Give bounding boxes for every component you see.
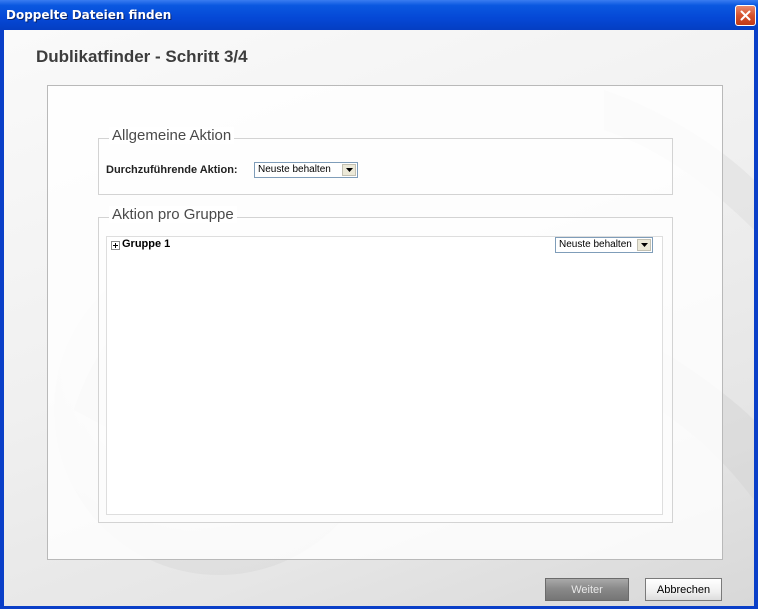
general-action-legend: Allgemeine Aktion bbox=[109, 127, 235, 144]
group-list: Gruppe 1 Neuste behalten bbox=[106, 236, 663, 515]
expand-plus-icon[interactable] bbox=[111, 241, 120, 250]
list-item[interactable]: Gruppe 1 Neuste behalten bbox=[107, 237, 662, 255]
group-action-selected: Neuste behalten bbox=[559, 239, 632, 250]
group-action-legend: Aktion pro Gruppe bbox=[109, 206, 237, 223]
cancel-button[interactable]: Abbrechen bbox=[645, 578, 722, 601]
general-action-dropdown[interactable]: Neuste behalten bbox=[254, 162, 358, 178]
dialog-window: Doppelte Dateien finden Dublikatfinder -… bbox=[0, 0, 758, 609]
dropdown-arrow-icon[interactable] bbox=[637, 239, 651, 251]
action-label: Durchzuführende Aktion: bbox=[106, 164, 238, 176]
close-icon bbox=[740, 10, 751, 21]
close-button[interactable] bbox=[735, 5, 756, 26]
dialog-client-area: Dublikatfinder - Schritt 3/4 Allgemeine … bbox=[4, 30, 754, 606]
next-button[interactable]: Weiter bbox=[545, 578, 629, 601]
content-panel: Allgemeine Aktion Durchzuführende Aktion… bbox=[47, 85, 723, 560]
window-title: Doppelte Dateien finden bbox=[6, 8, 172, 22]
dropdown-arrow-icon[interactable] bbox=[342, 164, 356, 176]
wizard-step-title: Dublikatfinder - Schritt 3/4 bbox=[36, 47, 248, 66]
group-action-dropdown[interactable]: Neuste behalten bbox=[555, 237, 653, 253]
group-action-group: Aktion pro Gruppe Gruppe 1 Neuste behalt… bbox=[98, 206, 673, 523]
general-action-selected: Neuste behalten bbox=[258, 164, 331, 175]
general-action-group: Allgemeine Aktion Durchzuführende Aktion… bbox=[98, 127, 673, 195]
group-label: Gruppe 1 bbox=[122, 238, 171, 250]
title-bar[interactable]: Doppelte Dateien finden bbox=[0, 0, 758, 30]
